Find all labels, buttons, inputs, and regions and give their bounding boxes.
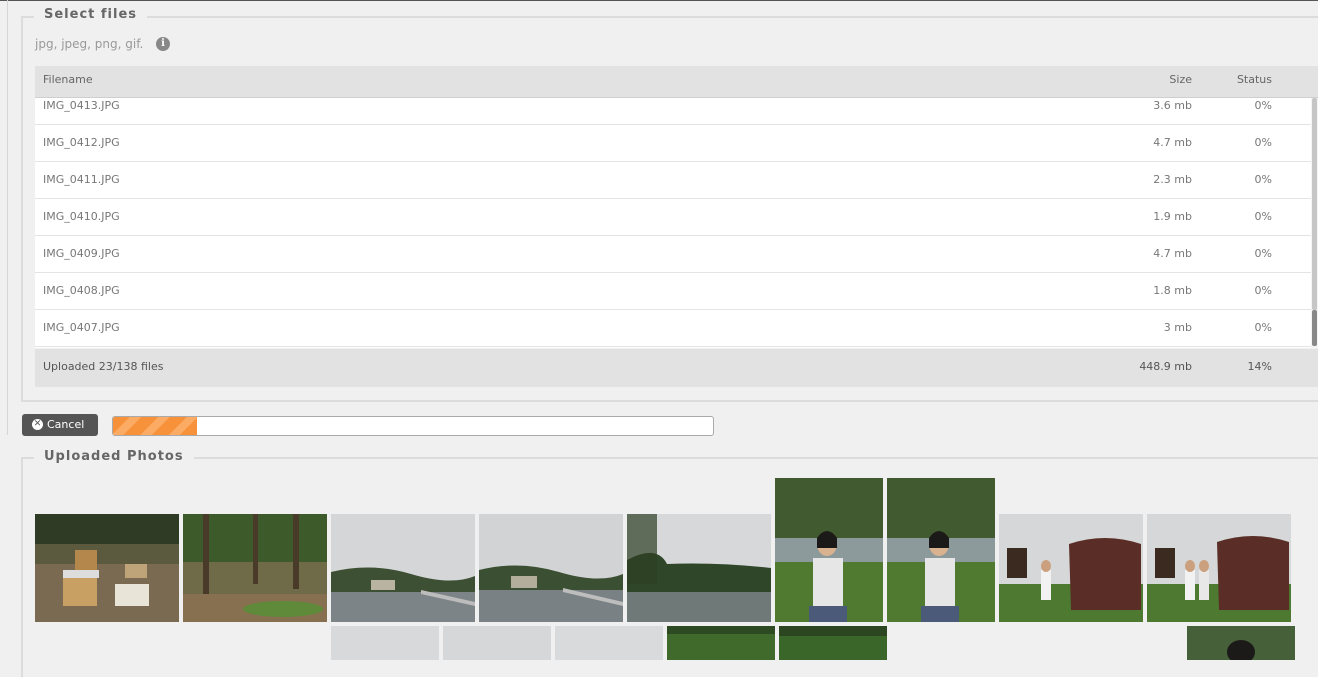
cancel-button[interactable]: ✕ Cancel: [22, 414, 98, 436]
upload-summary: Uploaded 23/138 files: [43, 360, 164, 373]
file-list-body[interactable]: IMG_0413.JPG 3.6 mb 0% IMG_0412.JPG 4.7 …: [35, 98, 1311, 348]
file-status: 0%: [1254, 173, 1272, 186]
photo-thumbnail-portrait[interactable]: [887, 478, 995, 622]
file-row: IMG_0411.JPG 2.3 mb 0%: [35, 162, 1311, 199]
file-name: IMG_0410.JPG: [43, 210, 120, 223]
file-list-footer: Uploaded 23/138 files 448.9 mb 14%: [35, 349, 1318, 387]
cancel-label: Cancel: [47, 418, 85, 431]
file-row: IMG_0413.JPG 3.6 mb 0%: [35, 98, 1311, 125]
file-status: 0%: [1254, 284, 1272, 297]
file-status: 0%: [1254, 247, 1272, 260]
file-status: 0%: [1254, 136, 1272, 149]
select-files-legend: Select files: [34, 7, 148, 22]
file-size: 1.9 mb: [1153, 210, 1192, 223]
photo-thumbnail-greenery[interactable]: [667, 626, 775, 660]
file-name: IMG_0409.JPG: [43, 247, 120, 260]
file-size: 2.3 mb: [1153, 173, 1192, 186]
file-row: IMG_0410.JPG 1.9 mb 0%: [35, 199, 1311, 236]
column-status: Status: [1236, 73, 1272, 86]
file-size: 1.8 mb: [1153, 284, 1192, 297]
allowed-filetypes: jpg, jpeg, png, gif.: [35, 37, 144, 51]
file-name: IMG_0407.JPG: [43, 321, 120, 334]
left-rule: [7, 0, 8, 435]
photo-thumbnail-lake[interactable]: [627, 514, 771, 622]
column-size: Size: [1169, 73, 1192, 86]
photo-thumbnail-reservoir[interactable]: [479, 514, 623, 622]
upload-progress-bar: [112, 416, 714, 436]
file-row: IMG_0408.JPG 1.8 mb 0%: [35, 273, 1311, 310]
photo-thumbnail-rock[interactable]: [1147, 514, 1291, 622]
photo-thumbnail-portrait[interactable]: [775, 478, 883, 622]
x-circle-icon: ✕: [32, 419, 43, 430]
file-list-scrollbar[interactable]: [1311, 98, 1318, 348]
file-list-header: Filename Size Status: [35, 66, 1318, 98]
photo-thumbnail-sky[interactable]: [555, 626, 663, 660]
photo-thumbnail-forest[interactable]: [183, 514, 327, 622]
top-rule: [0, 0, 1318, 1]
progress-fill: [113, 417, 197, 435]
file-row: IMG_0409.JPG 4.7 mb 0%: [35, 236, 1311, 273]
file-status: 0%: [1254, 210, 1272, 223]
total-percent: 14%: [1247, 360, 1272, 373]
file-name: IMG_0408.JPG: [43, 284, 120, 297]
file-name: IMG_0412.JPG: [43, 136, 120, 149]
photo-thumbnail-greenery[interactable]: [779, 626, 887, 660]
column-filename: Filename: [43, 73, 93, 86]
total-size: 448.9 mb: [1139, 360, 1192, 373]
photo-thumbnail-reservoir[interactable]: [331, 514, 475, 622]
file-size: 3 mb: [1163, 321, 1192, 334]
file-name: IMG_0413.JPG: [43, 99, 120, 112]
scrollbar-thumb[interactable]: [1312, 310, 1317, 346]
photo-thumbnail-beehives[interactable]: [35, 514, 179, 622]
file-name: IMG_0411.JPG: [43, 173, 120, 186]
file-list: Filename Size Status IMG_0413.JPG 3.6 mb…: [35, 66, 1318, 387]
file-status: 0%: [1254, 99, 1272, 112]
photo-thumbnail-rock[interactable]: [999, 514, 1143, 622]
uploaded-photos-legend: Uploaded Photos: [34, 449, 194, 464]
photo-thumbnail-sky[interactable]: [443, 626, 551, 660]
file-size: 4.7 mb: [1153, 247, 1192, 260]
file-row: IMG_0412.JPG 4.7 mb 0%: [35, 125, 1311, 162]
photo-thumbnail-sky[interactable]: [331, 626, 439, 660]
scrollbar-track-segment[interactable]: [1312, 98, 1317, 310]
file-size: 4.7 mb: [1153, 136, 1192, 149]
info-icon[interactable]: i: [156, 37, 170, 51]
file-row: IMG_0407.JPG 3 mb 0%: [35, 310, 1311, 347]
file-size: 3.6 mb: [1153, 99, 1192, 112]
file-status: 0%: [1254, 321, 1272, 334]
photo-thumbnail-portrait[interactable]: [1187, 626, 1295, 660]
